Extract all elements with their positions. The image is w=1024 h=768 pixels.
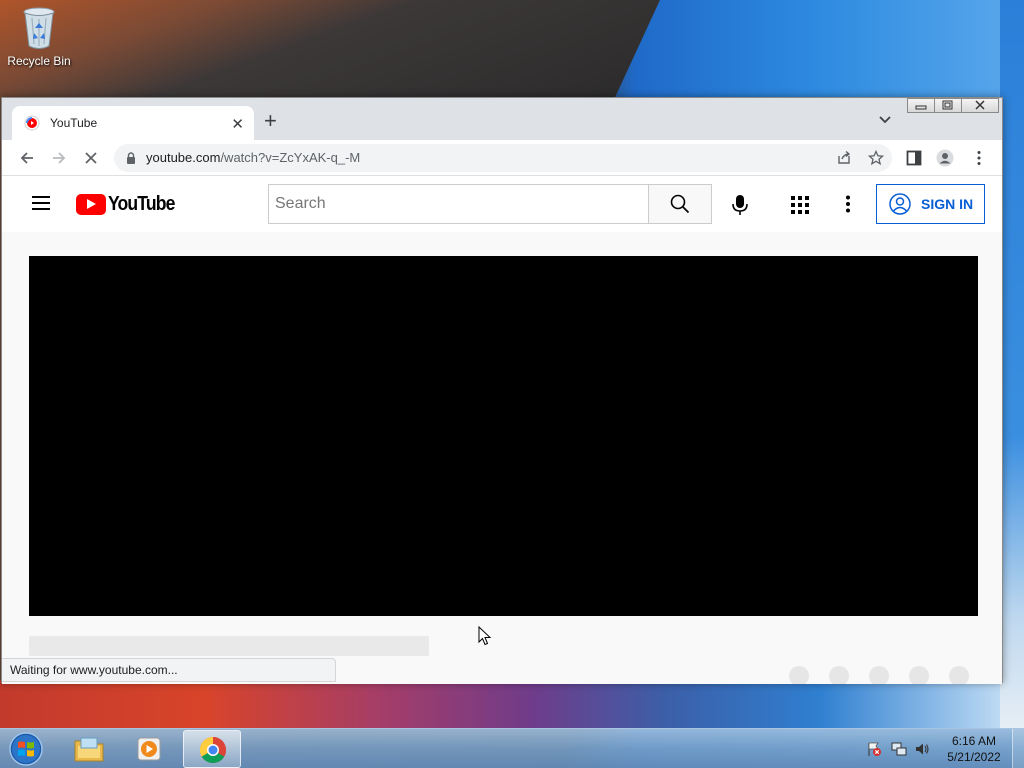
loading-placeholder bbox=[829, 666, 849, 684]
youtube-favicon bbox=[24, 115, 40, 131]
share-icon[interactable] bbox=[836, 150, 852, 166]
loading-placeholder bbox=[869, 666, 889, 684]
action-center-flag-icon[interactable] bbox=[866, 741, 882, 757]
browser-toolbar: youtube.com/watch?v=ZcYxAK-q_-M bbox=[2, 140, 1002, 176]
tab-youtube[interactable]: YouTube ✕ bbox=[12, 106, 254, 140]
start-orb-icon[interactable] bbox=[6, 730, 46, 768]
taskbar-media-player[interactable] bbox=[121, 730, 179, 768]
system-clock[interactable]: 6:16 AM 5/21/2022 bbox=[940, 733, 1008, 765]
hamburger-icon[interactable] bbox=[32, 196, 50, 210]
tab-strip: YouTube ✕ + bbox=[2, 98, 1002, 140]
status-bubble: Waiting for www.youtube.com... bbox=[2, 658, 336, 682]
youtube-page: YouTube Search SIGN IN bbox=[2, 176, 1002, 684]
wallpaper-right bbox=[1000, 0, 1024, 728]
sign-in-button[interactable]: SIGN IN bbox=[876, 184, 985, 224]
loading-placeholder bbox=[949, 666, 969, 684]
chrome-icon bbox=[199, 736, 227, 764]
kebab-menu-icon[interactable] bbox=[970, 149, 988, 167]
account-circle-icon bbox=[889, 193, 911, 215]
forward-arrow-icon[interactable] bbox=[50, 149, 68, 167]
plus-icon[interactable]: + bbox=[264, 110, 277, 132]
sign-in-label: SIGN IN bbox=[921, 196, 974, 212]
url-host: youtube.com bbox=[146, 150, 221, 165]
youtube-play-logo-icon bbox=[76, 194, 106, 215]
close-icon[interactable]: ✕ bbox=[231, 115, 244, 133]
youtube-logo[interactable]: YouTube bbox=[76, 193, 184, 216]
more-vert-icon[interactable] bbox=[845, 195, 851, 213]
show-desktop-button[interactable] bbox=[1012, 729, 1024, 768]
wallpaper-bottom bbox=[0, 680, 1024, 728]
url-text: youtube.com/watch?v=ZcYxAK-q_-M bbox=[146, 150, 360, 165]
loading-placeholder bbox=[909, 666, 929, 684]
media-player-icon bbox=[137, 737, 161, 761]
profile-icon[interactable] bbox=[936, 149, 954, 167]
search-field[interactable] bbox=[268, 184, 649, 224]
minimize-icon[interactable] bbox=[907, 98, 935, 113]
back-arrow-icon[interactable] bbox=[18, 149, 36, 167]
youtube-logo-text: YouTube bbox=[108, 193, 175, 215]
video-title-placeholder bbox=[29, 636, 429, 656]
chevron-down-icon[interactable] bbox=[878, 113, 892, 127]
search-button[interactable] bbox=[648, 184, 712, 224]
recycle-bin-label: Recycle Bin bbox=[7, 54, 71, 68]
search-icon bbox=[670, 194, 690, 214]
search-input[interactable] bbox=[269, 185, 649, 223]
wallpaper bbox=[0, 0, 660, 100]
address-bar[interactable]: youtube.com/watch?v=ZcYxAK-q_-M bbox=[114, 144, 892, 172]
loading-placeholder bbox=[789, 666, 809, 684]
reload-stop-icon[interactable] bbox=[82, 149, 100, 167]
volume-icon[interactable] bbox=[914, 741, 930, 757]
taskbar: 6:16 AM 5/21/2022 bbox=[0, 728, 1024, 768]
window-close-icon[interactable] bbox=[961, 98, 999, 113]
clock-date: 5/21/2022 bbox=[947, 750, 1001, 764]
recycle-bin-icon bbox=[22, 6, 56, 50]
microphone-icon[interactable] bbox=[730, 194, 750, 216]
browser-window: YouTube ✕ + youtube.com/watch?v=ZcYxAK-q… bbox=[1, 97, 1003, 684]
clock-time: 6:16 AM bbox=[951, 734, 997, 748]
network-icon[interactable] bbox=[891, 741, 907, 757]
taskbar-file-explorer[interactable] bbox=[60, 730, 118, 768]
recycle-bin-desktop-icon[interactable]: Recycle Bin bbox=[6, 6, 72, 76]
maximize-icon[interactable] bbox=[934, 98, 962, 113]
mouse-cursor-icon bbox=[478, 626, 492, 646]
star-icon[interactable] bbox=[868, 150, 884, 166]
lock-icon bbox=[127, 152, 135, 164]
tab-title: YouTube bbox=[50, 116, 98, 130]
side-panel-icon[interactable] bbox=[905, 149, 923, 167]
apps-grid-icon[interactable] bbox=[791, 196, 809, 214]
url-path: /watch?v=ZcYxAK-q_-M bbox=[220, 150, 361, 165]
youtube-masthead: YouTube Search SIGN IN bbox=[2, 176, 1002, 232]
video-player[interactable] bbox=[29, 256, 978, 616]
taskbar-chrome[interactable] bbox=[183, 730, 241, 768]
file-explorer-icon bbox=[74, 737, 104, 762]
